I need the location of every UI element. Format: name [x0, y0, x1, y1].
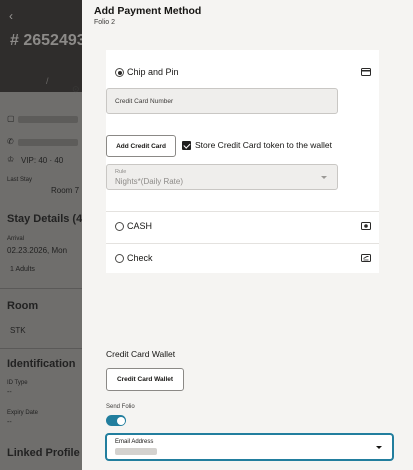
divider: [106, 211, 379, 212]
method-label: Chip and Pin: [127, 67, 179, 77]
id-type-value: --: [7, 389, 12, 396]
last-stay-label: Last Stay: [7, 177, 33, 183]
divider: [106, 243, 379, 244]
store-token-checkbox[interactable]: [182, 141, 191, 150]
chevron-down-icon: [321, 176, 327, 179]
send-folio-label: Send Folio: [106, 404, 135, 410]
adults-label: 1 Adults: [10, 266, 35, 273]
chevron-down-icon: [376, 446, 382, 449]
room-heading: Room: [7, 300, 39, 312]
toggle-knob: [116, 416, 125, 425]
method-label: CASH: [127, 221, 153, 231]
rule-label: Rule: [115, 169, 127, 175]
drawer-title: Add Payment Method: [94, 5, 202, 17]
divider: [0, 348, 90, 349]
vip-label: VIP: 40 · 40: [21, 156, 64, 165]
tab-indicator: /: [46, 76, 49, 86]
email-address-label: Email Address: [115, 439, 154, 445]
stay-details-heading: Stay Details (4: [7, 213, 83, 225]
guest-name-blurred: [18, 116, 78, 123]
last-stay-value: Room 7: [51, 186, 80, 195]
drawer-header: Add Payment Method Folio 2: [82, 0, 413, 34]
send-folio-toggle[interactable]: [106, 415, 126, 426]
arrival-label: Arrival: [7, 236, 25, 242]
room-value: STK: [10, 326, 26, 335]
drawer-subtitle: Folio 2: [94, 19, 116, 26]
rule-value: Nights*(Daily Rate): [115, 177, 184, 186]
phone-blurred: [18, 139, 78, 146]
vip-icon: ♔: [7, 155, 15, 164]
phone-icon: ✆: [7, 137, 14, 146]
add-credit-card-button[interactable]: Add Credit Card: [106, 135, 176, 157]
header-action-icon: ⊙: [72, 84, 80, 94]
linked-profile-heading: Linked Profile: [7, 447, 80, 459]
rule-select[interactable]: Rule Nights*(Daily Rate): [106, 164, 338, 190]
payment-methods-card: Chip and Pin Credit Card Number Add Cred…: [106, 50, 379, 273]
expiry-label: Expiry Date: [7, 410, 39, 416]
method-chip-and-pin[interactable]: Chip and Pin: [106, 64, 379, 80]
method-cash[interactable]: CASH: [106, 218, 379, 234]
reservation-number: # 2652493: [10, 32, 86, 49]
method-label: Check: [127, 253, 153, 263]
divider: [0, 288, 90, 289]
person-icon: ▢: [7, 114, 15, 123]
expiry-value: --: [7, 419, 12, 426]
identification-heading: Identification: [7, 358, 76, 370]
id-type-label: ID Type: [7, 380, 28, 386]
radio-check[interactable]: [115, 254, 124, 263]
credit-card-wallet-title: Credit Card Wallet: [106, 349, 176, 359]
back-icon[interactable]: ‹: [9, 9, 13, 23]
store-token-label: Store Credit Card token to the wallet: [195, 140, 333, 150]
credit-card-icon: [361, 68, 371, 76]
credit-card-number-field[interactable]: Credit Card Number: [106, 88, 338, 114]
add-payment-drawer: Add Payment Method Folio 2 Chip and Pin …: [82, 0, 413, 470]
credit-card-number-placeholder: Credit Card Number: [115, 98, 174, 105]
check-icon: [361, 254, 371, 262]
radio-cash[interactable]: [115, 222, 124, 231]
cash-icon: [361, 222, 371, 230]
arrival-value: 02.23.2026, Mon: [7, 246, 68, 255]
credit-card-wallet-button[interactable]: Credit Card Wallet: [106, 368, 184, 391]
radio-chip-and-pin[interactable]: [115, 68, 124, 77]
method-check[interactable]: Check: [106, 250, 379, 266]
email-value-blurred: [115, 448, 157, 455]
email-address-select[interactable]: Email Address: [106, 434, 393, 460]
